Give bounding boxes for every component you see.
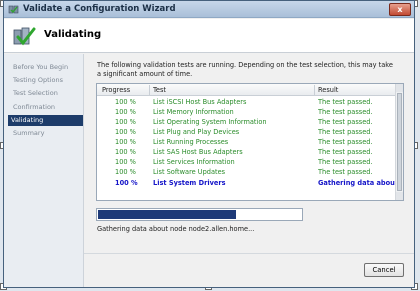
result-cell: The test passed. (318, 98, 373, 106)
table-row-current[interactable]: 100 % List System Drivers Gathering data… (97, 178, 397, 188)
table-row[interactable]: 100 % List Operating System Information … (97, 117, 397, 127)
result-cell: The test passed. (318, 138, 373, 146)
table-row[interactable]: 100 % List Services Information The test… (97, 157, 397, 167)
progress-cell: 100 % (115, 128, 136, 136)
column-header-test[interactable]: Test (153, 86, 166, 94)
cancel-button[interactable]: Cancel (364, 263, 404, 277)
result-cell: The test passed. (318, 158, 373, 166)
progress-cell: 100 % (115, 118, 136, 126)
title-bar: Validate a Configuration Wizard x (4, 1, 414, 18)
progress-cell: 100 % (115, 158, 136, 166)
nav-step-summary[interactable]: Summary (10, 128, 82, 139)
progress-cell: 100 % (115, 108, 136, 116)
table-row[interactable]: 100 % List SAS Host Bus Adapters The tes… (97, 147, 397, 157)
scroll-up-arrow[interactable] (396, 84, 403, 92)
test-cell: List iSCSI Host Bus Adapters (153, 98, 247, 106)
column-header-result[interactable]: Result (318, 86, 338, 94)
validation-progress-bar (96, 208, 303, 221)
progress-bar-fill (98, 210, 236, 219)
status-text: Gathering data about node node2.allen.ho… (97, 225, 255, 233)
progress-cell: 100 % (115, 179, 138, 187)
cluster-validate-icon (8, 5, 19, 14)
result-cell: The test passed. (318, 118, 373, 126)
scroll-down-arrow[interactable] (396, 192, 403, 200)
scroll-thumb[interactable] (397, 93, 402, 191)
test-cell: List Services Information (153, 158, 235, 166)
progress-cell: 100 % (115, 148, 136, 156)
progress-cell: 100 % (115, 168, 136, 176)
test-cell: List Software Updates (153, 168, 226, 176)
test-cell: List System Drivers (153, 179, 226, 187)
wizard-window: Validate a Configuration Wizard x Valida… (3, 0, 415, 288)
cluster-validate-icon (13, 27, 36, 46)
footer-divider (84, 253, 414, 254)
nav-step-confirmation[interactable]: Confirmation (10, 102, 82, 113)
grid-scrollbar[interactable] (395, 84, 403, 200)
test-cell: List Operating System Information (153, 118, 267, 126)
grid-header: Progress Test Result (97, 84, 403, 96)
table-row[interactable]: 100 % List Software Updates The test pas… (97, 167, 397, 177)
table-row[interactable]: 100 % List Running Processes The test pa… (97, 137, 397, 147)
nav-step-testing-options[interactable]: Testing Options (10, 75, 82, 86)
table-row[interactable]: 100 % List iSCSI Host Bus Adapters The t… (97, 97, 397, 107)
close-button[interactable]: x (389, 3, 411, 16)
result-cell: Gathering data about n (318, 179, 396, 187)
description-text: The following validation tests are runni… (97, 61, 393, 78)
test-results-grid[interactable]: Progress Test Result 100 % List iSCSI Ho… (96, 83, 404, 201)
column-header-progress[interactable]: Progress (102, 86, 130, 94)
result-cell: The test passed. (318, 128, 373, 136)
wizard-header: Validating (4, 19, 414, 53)
nav-step-before-you-begin[interactable]: Before You Begin (10, 62, 82, 73)
nav-step-test-selection[interactable]: Test Selection (10, 88, 82, 99)
result-cell: The test passed. (318, 148, 373, 156)
wizard-steps-nav: Before You Begin Testing Options Test Se… (4, 54, 84, 287)
progress-cell: 100 % (115, 98, 136, 106)
table-row[interactable]: 100 % List Plug and Play Devices The tes… (97, 127, 397, 137)
page-title: Validating (44, 29, 102, 40)
test-cell: List Running Processes (153, 138, 229, 146)
result-cell: The test passed. (318, 168, 373, 176)
progress-cell: 100 % (115, 138, 136, 146)
test-cell: List Memory Information (153, 108, 234, 116)
test-cell: List SAS Host Bus Adapters (153, 148, 243, 156)
result-cell: The test passed. (318, 108, 373, 116)
table-row[interactable]: 100 % List Memory Information The test p… (97, 107, 397, 117)
test-cell: List Plug and Play Devices (153, 128, 240, 136)
close-icon: x (397, 5, 403, 14)
window-title: Validate a Configuration Wizard (23, 4, 176, 14)
nav-step-validating[interactable]: Validating (8, 115, 83, 126)
